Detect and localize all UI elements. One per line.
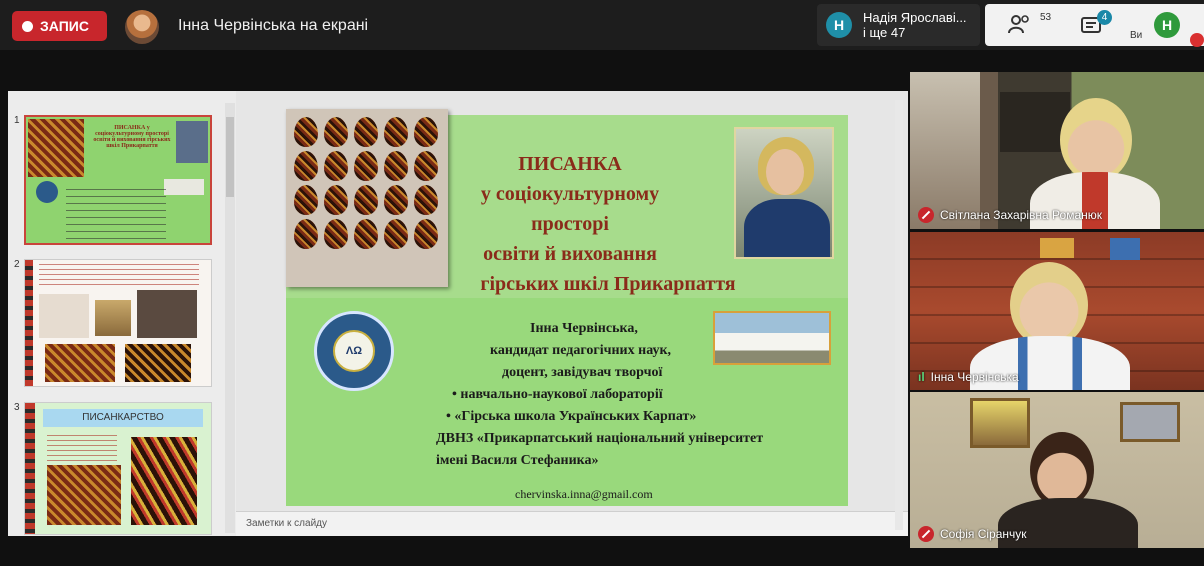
shared-screen: 1 ПИСАНКА у соціокультурному просторі ос… (8, 91, 908, 536)
mic-off-icon[interactable] (1190, 33, 1204, 47)
thumb-text-lines (39, 264, 199, 286)
video-name-tag: Світлана Захарівна Романюк (918, 207, 1102, 223)
scrollbar-knob[interactable] (226, 117, 234, 197)
slide-notes[interactable]: Заметки к слайду (236, 511, 908, 536)
author-portrait (734, 127, 834, 259)
thumb-text-lines (66, 189, 166, 239)
eggs-thumb-image (28, 119, 84, 177)
slide-title-line-3: просторі (531, 213, 609, 235)
thumb-number: 1 (14, 115, 20, 126)
author-lab: • навчально-наукової лабораторії (452, 387, 663, 402)
participant-name: Надія Ярославі... (863, 10, 967, 25)
video-tile-3[interactable]: Софія Сіранчук (910, 392, 1204, 548)
notes-placeholder: Заметки к слайду (246, 518, 327, 529)
presenter-avatar (125, 10, 159, 44)
speaking-icon: ıl (918, 370, 925, 384)
eggs-thumb-image (125, 344, 191, 382)
thumb-number: 3 (14, 402, 20, 413)
author-degree: кандидат педагогічних наук, (490, 343, 672, 358)
chat-badge: 4 (1097, 10, 1112, 25)
eggs-thumb-image (131, 437, 197, 525)
video-tile-1[interactable]: Світлана Захарівна Романюк (910, 72, 1204, 229)
logo-text: ΛΩ (333, 330, 375, 372)
university-building-photo (713, 311, 831, 365)
thumb-title: ПИСАНКАРСТВО (43, 409, 203, 427)
participants-count: 53 (1040, 12, 1052, 23)
building-thumb-image (164, 179, 204, 195)
author-university-1: ДВНЗ «Прикарпатський національний універ… (436, 431, 764, 446)
video-name-tag: ıl Інна Червінська (918, 370, 1019, 384)
self-label: Ви (1130, 30, 1143, 41)
slide-title-line-4: освіти й виховання (483, 243, 657, 265)
university-logo: ΛΩ (314, 311, 394, 391)
presenter-status: Інна Червінська на екрані (178, 17, 369, 34)
thumb-title: ПИСАНКА у соціокультурному просторі осві… (93, 125, 171, 149)
people-icon[interactable] (1008, 14, 1032, 39)
author-school: • «Гірська школа Українських Карпат» (446, 409, 697, 424)
record-button[interactable]: ЗАПИС (12, 11, 107, 41)
slide-title-line-1: ПИСАНКА (518, 153, 622, 175)
participant-summary: Надія Ярославі... і ще 47 (863, 10, 967, 40)
current-slide[interactable]: ПИСАНКА у соціокультурному просторі осві… (286, 109, 848, 506)
thumb-text-lines (47, 435, 117, 461)
slide-scrollbar[interactable] (895, 100, 903, 530)
video-tile-2[interactable]: ıl Інна Червінська (910, 232, 1204, 390)
author-position: доцент, завідувач творчої (502, 365, 663, 380)
slide-thumbnail-2[interactable] (24, 259, 212, 387)
mic-muted-icon (918, 207, 934, 223)
ornament-border (25, 260, 33, 386)
logo-thumb-image (36, 181, 58, 203)
author-email: chervinska.inna@gmail.com (515, 487, 653, 501)
slide-thumbnails: 1 ПИСАНКА у соціокультурному просторі ос… (8, 91, 236, 536)
photo-thumb-image (137, 290, 197, 338)
thumb-number: 2 (14, 259, 20, 270)
photo-thumb-image (39, 294, 89, 338)
meeting-toolbar: ЗАПИС Інна Червінська на екрані Н Надія … (0, 0, 1204, 50)
thumbnails-scrollbar[interactable] (225, 103, 235, 533)
slide-title-line-5: гірських шкіл Прикарпаття (480, 273, 736, 295)
self-avatar[interactable]: Н (1154, 12, 1180, 38)
mic-muted-icon (918, 526, 934, 542)
slide-thumbnail-3[interactable]: ПИСАНКАРСТВО (24, 402, 212, 535)
slide-thumbnail-1[interactable]: ПИСАНКА у соціокультурному просторі осві… (24, 115, 212, 245)
eggs-thumb-image (47, 465, 121, 525)
participants-preview[interactable]: Н Надія Ярославі... і ще 47 (817, 4, 980, 46)
author-name: Інна Червінська, (530, 321, 638, 336)
record-label: ЗАПИС (40, 18, 89, 34)
participant-face (1060, 98, 1132, 182)
slide-editor: ПИСАНКА у соціокультурному просторі осві… (236, 91, 908, 511)
portrait-thumb-image (176, 121, 208, 163)
author-university-2: імені Василя Стефаника» (436, 453, 599, 468)
participant-more: і ще 47 (863, 25, 906, 40)
record-icon (22, 20, 33, 32)
ornament-border (25, 403, 35, 534)
video-name-tag: Софія Сіранчук (918, 526, 1027, 542)
participant-face (1030, 432, 1094, 508)
photo-thumb-image (95, 300, 131, 336)
slide-title-line-2: у соціокультурному (480, 183, 660, 205)
participant-avatar: Н (826, 12, 852, 38)
eggs-thumb-image (45, 344, 115, 382)
